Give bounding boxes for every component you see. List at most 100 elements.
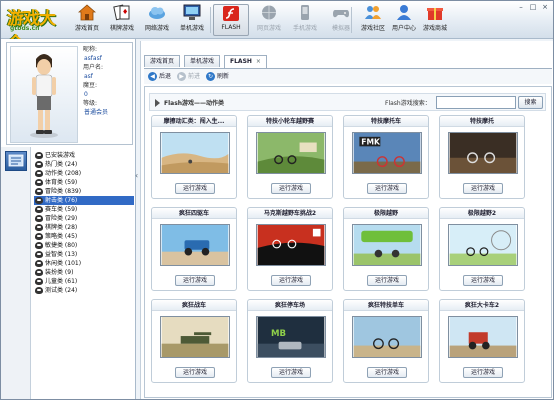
game-card: 极限越野 运行游戏 xyxy=(343,207,429,291)
category-item[interactable]: 热门类 (24) xyxy=(34,160,134,169)
run-game-button[interactable]: 运行游戏 xyxy=(463,367,503,378)
toolbar-emulator-button[interactable]: 模拟器 xyxy=(323,4,359,36)
game-thumbnail[interactable]: MB xyxy=(256,316,326,358)
tab-flash[interactable]: FLASH × xyxy=(224,55,267,68)
cloud-icon xyxy=(149,7,165,19)
game-title: 特技小轮车越野赛 xyxy=(248,116,332,127)
game-title: 疯狂四驱车 xyxy=(152,208,236,219)
run-game-button[interactable]: 运行游戏 xyxy=(175,275,215,286)
minimize-icon[interactable]: – xyxy=(517,3,525,11)
refresh-label: 刷新 xyxy=(217,73,230,80)
toolbar-shop-button[interactable]: 游戏商城 xyxy=(417,4,453,36)
run-game-button[interactable]: 运行游戏 xyxy=(367,367,407,378)
run-game-button[interactable]: 运行游戏 xyxy=(271,183,311,194)
game-title: 特技摩托 xyxy=(440,116,524,127)
maximize-icon[interactable]: □ xyxy=(529,3,537,11)
back-button[interactable]: ◀ 后退 xyxy=(148,72,171,82)
category-item[interactable]: 冒险类 (839) xyxy=(34,187,134,196)
run-game-button[interactable]: 运行游戏 xyxy=(463,275,503,286)
game-thumbnail[interactable] xyxy=(160,224,230,266)
search-button[interactable]: 搜索 xyxy=(518,96,543,109)
side-nav-strip xyxy=(1,147,31,399)
run-game-button[interactable]: 运行游戏 xyxy=(175,367,215,378)
category-item[interactable]: 敏捷类 (80) xyxy=(34,241,134,250)
category-label: 冒险类 (839) xyxy=(45,188,82,195)
svg-text:MB: MB xyxy=(271,329,286,339)
category-item[interactable]: 儿童类 (61) xyxy=(34,277,134,286)
game-thumbnail[interactable] xyxy=(160,316,230,358)
category-item[interactable]: 体育类 (59) xyxy=(34,178,134,187)
game-title: 疯狂特技单车 xyxy=(344,300,428,311)
run-game-button[interactable]: 运行游戏 xyxy=(367,183,407,194)
toolbar-home-button[interactable]: 游戏首页 xyxy=(69,4,105,36)
category-item[interactable]: 装扮类 (9) xyxy=(34,268,134,277)
category-label: 热门类 (24) xyxy=(45,161,78,168)
gamepad-icon xyxy=(35,224,43,231)
toolbar-flash-button[interactable]: FLASH xyxy=(213,4,249,36)
app-window: 游戏大全 gtbds.cn 游戏首页 ♦ 棋牌游戏 网络游戏 单机游戏 FLAS… xyxy=(0,0,554,400)
category-item[interactable]: 冒险类 (29) xyxy=(34,214,134,223)
run-game-button[interactable]: 运行游戏 xyxy=(175,183,215,194)
category-item-selected[interactable]: 射击类 (76) xyxy=(34,196,134,205)
category-label: 棋牌类 (28) xyxy=(45,224,78,231)
game-card: 马克斯越野车挑战2 运行游戏 xyxy=(247,207,333,291)
search-input[interactable] xyxy=(436,96,516,109)
nick-value: asfasf xyxy=(84,55,102,62)
run-game-button[interactable]: 运行游戏 xyxy=(271,367,311,378)
toolbar-webgame-button[interactable]: 网页游戏 xyxy=(251,4,287,36)
gamepad-icon xyxy=(35,179,43,186)
game-title: 极限越野 xyxy=(344,208,428,219)
toolbar-mobile-button[interactable]: 手机游戏 xyxy=(287,4,323,36)
category-item[interactable]: 策略类 (45) xyxy=(34,232,134,241)
category-item[interactable]: 已安装游戏 xyxy=(34,151,134,160)
avatar-figure xyxy=(30,54,58,138)
window-controls: – □ × xyxy=(513,3,549,13)
game-thumbnail[interactable]: FMK xyxy=(352,132,422,174)
game-card: 特技摩托车 FMK 运行游戏 xyxy=(343,115,429,199)
toolbar-cards-button[interactable]: ♦ 棋牌游戏 xyxy=(104,4,140,36)
game-thumbnail[interactable] xyxy=(448,132,518,174)
monitor-icon xyxy=(183,4,201,20)
run-game-button[interactable]: 运行游戏 xyxy=(271,275,311,286)
run-game-button[interactable]: 运行游戏 xyxy=(367,275,407,286)
category-item[interactable]: 赛车类 (59) xyxy=(34,205,134,214)
main-area: 游戏首页 单机游戏 FLASH × ◀ 后退 ▶ 前进 ↻ 刷新 Flash游戏——动作… xyxy=(140,41,553,399)
toolbar-label: 模拟器 xyxy=(331,25,350,32)
category-label: 冒险类 (29) xyxy=(45,215,78,222)
panel-collapse-toggle[interactable]: ‹ xyxy=(135,161,139,191)
category-item[interactable]: 益智类 (13) xyxy=(34,250,134,259)
game-thumbnail[interactable] xyxy=(256,132,326,174)
game-thumbnail[interactable] xyxy=(448,224,518,266)
category-item[interactable]: 休闲类 (101) xyxy=(34,259,134,268)
close-icon[interactable]: × xyxy=(541,3,549,11)
avatar[interactable] xyxy=(10,46,78,143)
toolbar-label: 棋牌游戏 xyxy=(109,25,134,32)
game-thumbnail[interactable] xyxy=(448,316,518,358)
refresh-button[interactable]: ↻ 刷新 xyxy=(206,72,229,82)
game-card: 极限越野2 运行游戏 xyxy=(439,207,525,291)
tab-home[interactable]: 游戏首页 xyxy=(144,55,181,67)
game-thumbnail-image: FMK xyxy=(353,133,421,173)
category-item[interactable]: 动作类 (208) xyxy=(34,169,134,178)
tab-label: 游戏首页 xyxy=(150,58,175,65)
toolbar-single-button[interactable]: 单机游戏 xyxy=(174,4,210,36)
category-item[interactable]: 测试类 (24) xyxy=(34,286,134,295)
forward-button[interactable]: ▶ 前进 xyxy=(177,72,200,82)
level-label: 等级: xyxy=(83,100,98,107)
game-thumbnail[interactable] xyxy=(352,316,422,358)
game-thumbnail[interactable] xyxy=(160,132,230,174)
game-thumbnail[interactable] xyxy=(352,224,422,266)
svg-text:♦: ♦ xyxy=(122,8,128,16)
game-card: 疯狂停车场 MB 运行游戏 xyxy=(247,299,333,383)
run-game-button[interactable]: 运行游戏 xyxy=(463,183,503,194)
category-item[interactable]: 棋牌类 (28) xyxy=(34,223,134,232)
game-thumbnail-image xyxy=(161,317,229,357)
left-panel: 昵称: asfasf 用户名: asf 魔豆: 0 等级: 普通会员 已安装游戏… xyxy=(1,39,136,399)
tab-single[interactable]: 单机游戏 xyxy=(184,55,221,67)
game-thumbnail[interactable] xyxy=(256,224,326,266)
nick-label: 昵称: xyxy=(83,46,98,53)
close-tab-icon[interactable]: × xyxy=(256,58,261,65)
category-view-button[interactable] xyxy=(5,151,27,171)
toolbar-online-button[interactable]: 网络游戏 xyxy=(139,4,175,36)
toolbar-label: 单机游戏 xyxy=(179,25,204,32)
